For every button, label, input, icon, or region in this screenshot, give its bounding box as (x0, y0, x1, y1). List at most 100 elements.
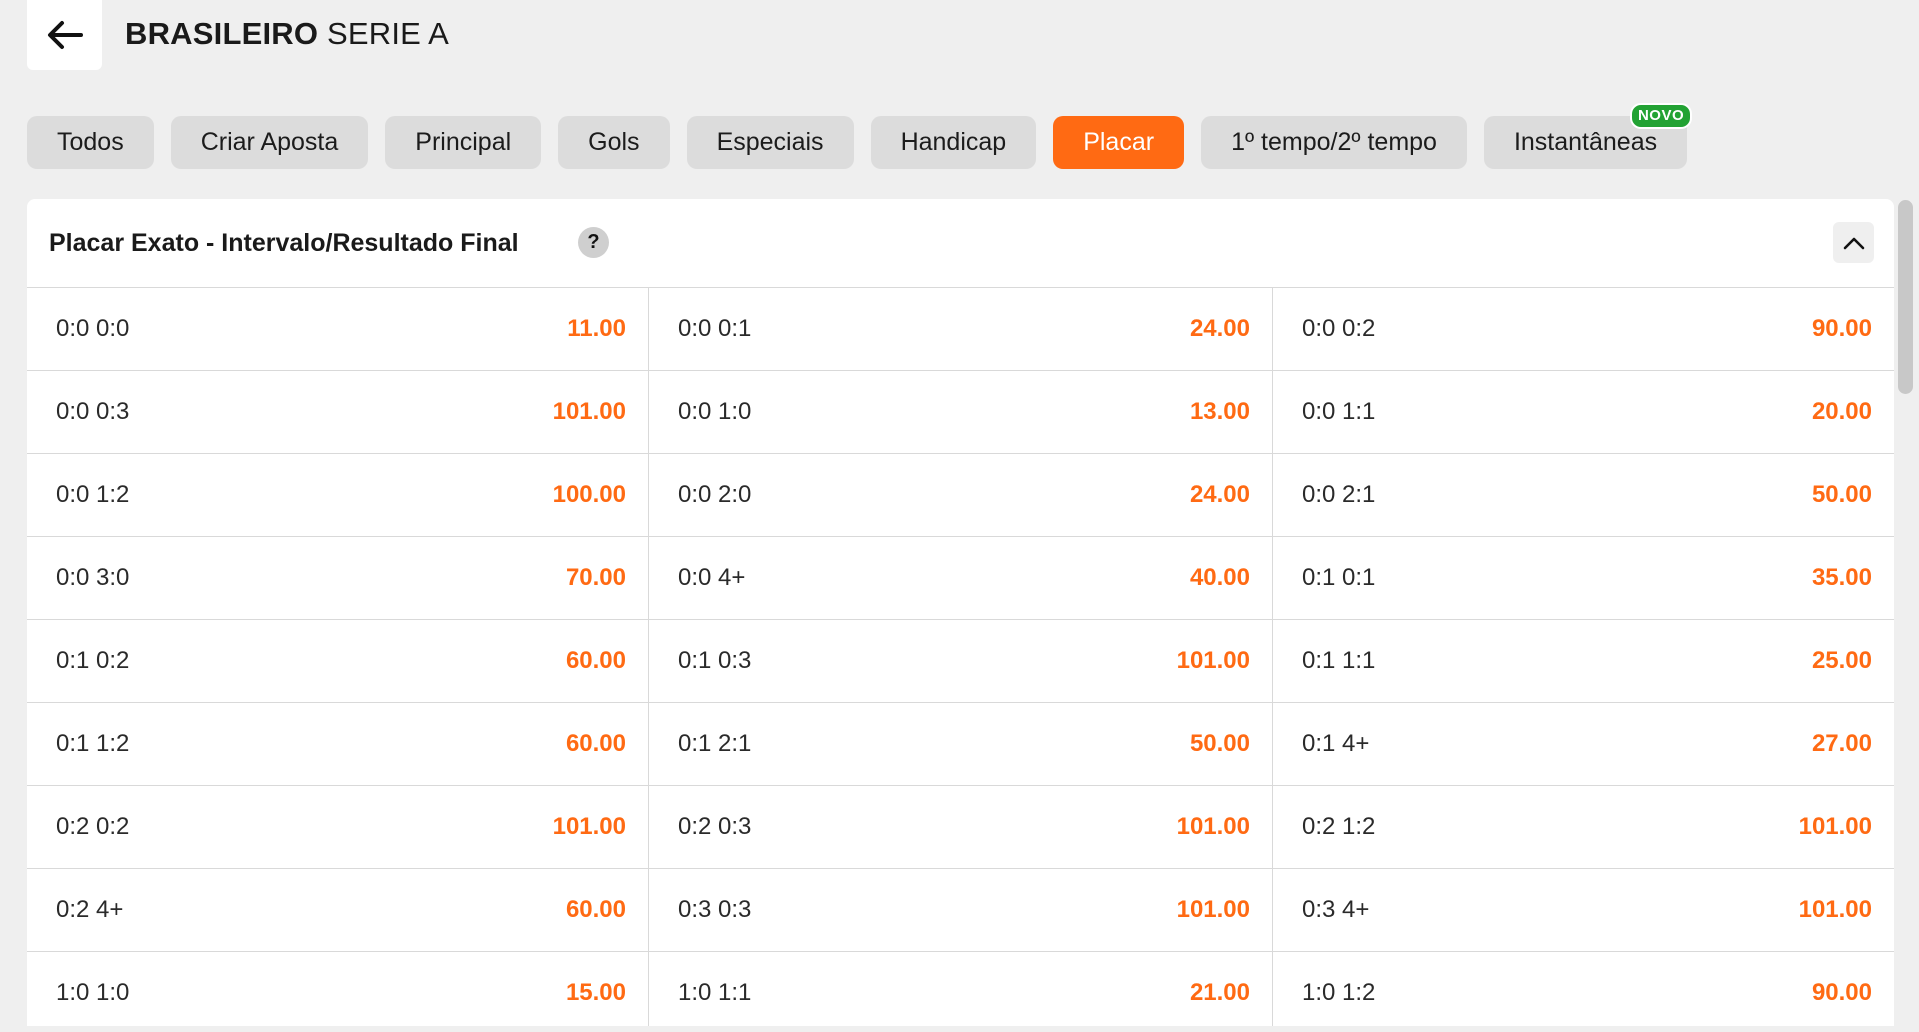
tab-label: Especiais (716, 128, 824, 156)
score-label: 1:0 1:2 (1302, 979, 1376, 1006)
tab-label: Placar (1083, 128, 1155, 156)
odds-row: 1:0 1:0 15.00 1:0 1:1 21.00 1:0 1:2 90.00 (27, 952, 1894, 1032)
tab-label: 1º tempo/2º tempo (1231, 128, 1437, 156)
odd-value: 90.00 (1811, 315, 1872, 342)
odds-cell[interactable]: 0:1 2:1 50.00 (649, 703, 1273, 786)
tab-todos[interactable]: Todos (27, 116, 154, 169)
odds-cell[interactable]: 0:1 0:1 35.00 (1273, 537, 1894, 620)
bottom-edge (0, 1026, 1919, 1032)
odds-cell[interactable]: 0:1 1:1 25.00 (1273, 620, 1894, 703)
market-panel: Placar Exato - Intervalo/Resultado Final… (27, 199, 1894, 1032)
score-label: 0:2 0:3 (678, 813, 752, 840)
tab-label: Handicap (900, 128, 1007, 156)
odds-cell[interactable]: 0:0 4+ 40.00 (649, 537, 1273, 620)
arrow-left-icon (47, 21, 83, 49)
odds-cell[interactable]: 0:2 0:3 101.00 (649, 786, 1273, 869)
odds-row: 0:0 0:3 101.00 0:0 1:0 13.00 0:0 1:1 20.00 (27, 371, 1894, 454)
odd-value: 60.00 (565, 730, 626, 757)
odds-cell[interactable]: 1:0 1:0 15.00 (27, 952, 649, 1032)
odds-cell[interactable]: 0:0 3:0 70.00 (27, 537, 649, 620)
odd-value: 24.00 (1189, 481, 1250, 508)
odd-value: 101.00 (552, 398, 626, 425)
tab-principal[interactable]: Principal (385, 116, 542, 169)
score-label: 0:2 4+ (56, 896, 124, 923)
odds-cell[interactable]: 0:0 0:1 24.00 (649, 288, 1273, 371)
odd-value: 100.00 (552, 481, 626, 508)
score-label: 1:0 1:1 (678, 979, 752, 1006)
odds-cell[interactable]: 0:3 0:3 101.00 (649, 869, 1273, 952)
tab-instant-neas[interactable]: Instantâneas NOVO (1483, 103, 1693, 169)
score-label: 0:2 0:2 (56, 813, 130, 840)
score-label: 0:0 0:0 (56, 315, 130, 342)
odds-row: 0:0 0:0 11.00 0:0 0:1 24.00 0:0 0:2 90.00 (27, 288, 1894, 371)
odd-value: 60.00 (565, 896, 626, 923)
tab-label: Todos (57, 128, 124, 156)
odds-cell[interactable]: 1:0 1:2 90.00 (1273, 952, 1894, 1032)
odd-value: 24.00 (1189, 315, 1250, 342)
tab-handicap[interactable]: Handicap (870, 116, 1037, 169)
odds-cell[interactable]: 0:0 0:2 90.00 (1273, 288, 1894, 371)
odds-cell[interactable]: 0:0 1:0 13.00 (649, 371, 1273, 454)
odds-cell[interactable]: 0:2 1:2 101.00 (1273, 786, 1894, 869)
score-label: 0:3 4+ (1302, 896, 1370, 923)
odd-value: 101.00 (1798, 813, 1872, 840)
odds-cell[interactable]: 0:0 0:3 101.00 (27, 371, 649, 454)
odds-cell[interactable]: 0:1 0:2 60.00 (27, 620, 649, 703)
odd-value: 15.00 (565, 979, 626, 1006)
tab-label: Principal (415, 128, 512, 156)
odd-value: 21.00 (1189, 979, 1250, 1006)
score-label: 0:0 0:3 (56, 398, 130, 425)
odd-value: 50.00 (1189, 730, 1250, 757)
tab-label: Criar Aposta (200, 128, 339, 156)
odds-cell[interactable]: 0:0 0:0 11.00 (27, 288, 649, 371)
page: BRASILEIRO SERIE A Todos Criar Aposta Prin… (0, 0, 1919, 1032)
score-label: 1:0 1:0 (56, 979, 130, 1006)
odds-grid: 0:0 0:0 11.00 0:0 0:1 24.00 0:0 0:2 90.00 0:0 … (27, 288, 1894, 1032)
odds-cell[interactable]: 0:0 1:1 20.00 (1273, 371, 1894, 454)
odd-value: 40.00 (1189, 564, 1250, 591)
tab-label: Gols (588, 128, 640, 156)
odd-value: 101.00 (1176, 813, 1250, 840)
odds-row: 0:1 0:2 60.00 0:1 0:3 101.00 0:1 1:1 25.00 (27, 620, 1894, 703)
scrollbar[interactable] (1896, 199, 1917, 1032)
question-icon[interactable]: ? (578, 227, 609, 258)
odds-cell[interactable]: 0:3 4+ 101.00 (1273, 869, 1894, 952)
score-label: 0:1 1:1 (1302, 647, 1376, 674)
odd-value: 27.00 (1811, 730, 1872, 757)
score-label: 0:2 1:2 (1302, 813, 1376, 840)
header: BRASILEIRO SERIE A (0, 0, 1919, 71)
back-button[interactable] (27, 0, 102, 70)
odds-cell[interactable]: 0:2 0:2 101.00 (27, 786, 649, 869)
odd-value: 20.00 (1811, 398, 1872, 425)
odd-value: 25.00 (1811, 647, 1872, 674)
league-title-rest: SERIE A (318, 16, 450, 51)
odds-row: 0:2 4+ 60.00 0:3 0:3 101.00 0:3 4+ 101.00 (27, 869, 1894, 952)
odd-value: 101.00 (552, 813, 626, 840)
tab-1-tempo-2-tempo[interactable]: 1º tempo/2º tempo (1201, 116, 1467, 169)
odds-cell[interactable]: 0:1 4+ 27.00 (1273, 703, 1894, 786)
odds-row: 0:0 3:0 70.00 0:0 4+ 40.00 0:1 0:1 35.00 (27, 537, 1894, 620)
odds-cell[interactable]: 0:2 4+ 60.00 (27, 869, 649, 952)
odds-row: 0:0 1:2 100.00 0:0 2:0 24.00 0:0 2:1 50.00 (27, 454, 1894, 537)
odds-cell[interactable]: 0:1 0:3 101.00 (649, 620, 1273, 703)
market-tabs: Todos Criar Aposta Principal Gols Especiais H… (27, 103, 1693, 169)
tab-placar[interactable]: Placar (1053, 116, 1185, 169)
score-label: 0:1 1:2 (56, 730, 130, 757)
collapse-button[interactable] (1833, 222, 1874, 263)
market-title: Placar Exato - Intervalo/Resultado Final (49, 229, 519, 257)
tab-especiais[interactable]: Especiais (686, 116, 854, 169)
odds-cell[interactable]: 0:0 2:0 24.00 (649, 454, 1273, 537)
chevron-up-icon (1843, 237, 1864, 249)
score-label: 0:1 0:3 (678, 647, 752, 674)
odds-cell[interactable]: 0:0 2:1 50.00 (1273, 454, 1894, 537)
scrollbar-thumb[interactable] (1898, 200, 1913, 394)
tab-criar-aposta[interactable]: Criar Aposta (170, 116, 369, 169)
tab-gols[interactable]: Gols (558, 116, 670, 169)
score-label: 0:1 2:1 (678, 730, 752, 757)
odds-cell[interactable]: 0:0 1:2 100.00 (27, 454, 649, 537)
odds-cell[interactable]: 0:1 1:2 60.00 (27, 703, 649, 786)
odds-cell[interactable]: 1:0 1:1 21.00 (649, 952, 1273, 1032)
odd-value: 13.00 (1189, 398, 1250, 425)
market-header[interactable]: Placar Exato - Intervalo/Resultado Final… (27, 199, 1894, 288)
score-label: 0:0 1:2 (56, 481, 130, 508)
